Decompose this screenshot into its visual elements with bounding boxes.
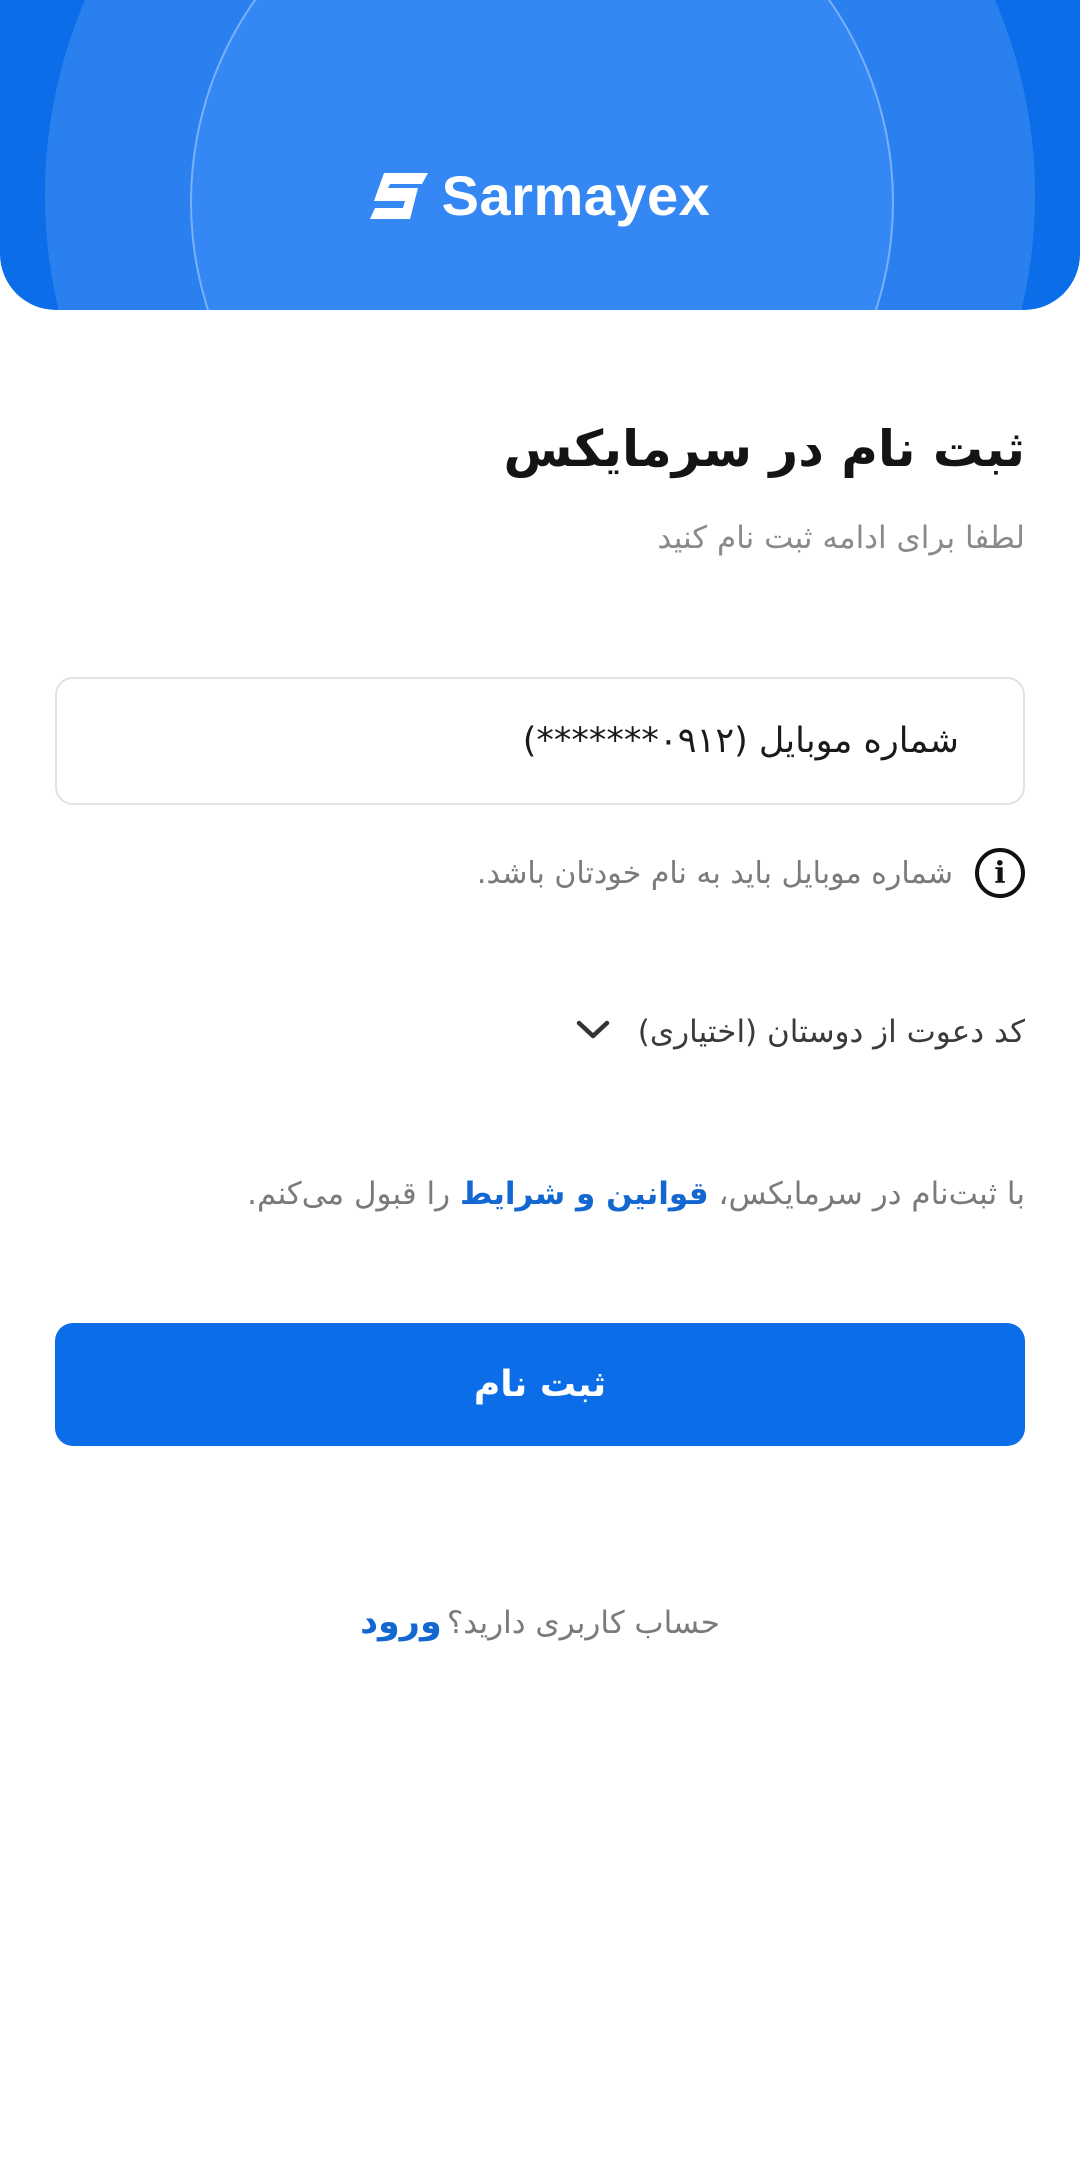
phone-hint-text: شماره موبایل باید به نام خودتان باشد. bbox=[476, 855, 953, 891]
page-subtitle: لطفا برای ادامه ثبت نام کنید bbox=[657, 520, 1025, 556]
login-question: حساب کاربری دارید؟ bbox=[446, 1605, 720, 1641]
info-icon: i bbox=[975, 848, 1025, 898]
phone-number-placeholder: شماره موبایل (۰۹۱۲*******) bbox=[522, 721, 959, 761]
signup-screen: Sarmayex ثبت نام در سرمایکس لطفا برای اد… bbox=[0, 0, 1080, 2171]
terms-after: را قبول می‌کنم. bbox=[247, 1176, 460, 1212]
chevron-down-icon bbox=[576, 1019, 610, 1045]
invite-code-label: کد دعوت از دوستان (اختیاری) bbox=[637, 1014, 1025, 1050]
terms-text: با ثبت‌نام در سرمایکس، قوانین و شرایط را… bbox=[247, 1176, 1025, 1212]
brand-name: Sarmayex bbox=[441, 164, 711, 227]
header-banner: Sarmayex bbox=[0, 0, 1080, 310]
sarmayex-logo-icon bbox=[369, 173, 428, 219]
phone-number-field[interactable]: شماره موبایل (۰۹۱۲*******) bbox=[55, 677, 1025, 805]
brand-logo: Sarmayex bbox=[0, 168, 1080, 224]
phone-hint: i شماره موبایل باید به نام خودتان باشد. bbox=[477, 848, 1025, 898]
login-link[interactable]: ورود bbox=[360, 1602, 442, 1642]
signup-button[interactable]: ثبت نام bbox=[55, 1323, 1025, 1446]
invite-code-toggle[interactable]: کد دعوت از دوستان (اختیاری) bbox=[576, 1014, 1025, 1050]
login-prompt: حساب کاربری دارید؟ ورود bbox=[0, 1602, 1080, 1642]
header-ring bbox=[190, 0, 894, 310]
page-title: ثبت نام در سرمایکس bbox=[503, 420, 1025, 478]
terms-before: با ثبت‌نام در سرمایکس، bbox=[708, 1176, 1025, 1212]
terms-link[interactable]: قوانین و شرایط bbox=[460, 1176, 709, 1212]
